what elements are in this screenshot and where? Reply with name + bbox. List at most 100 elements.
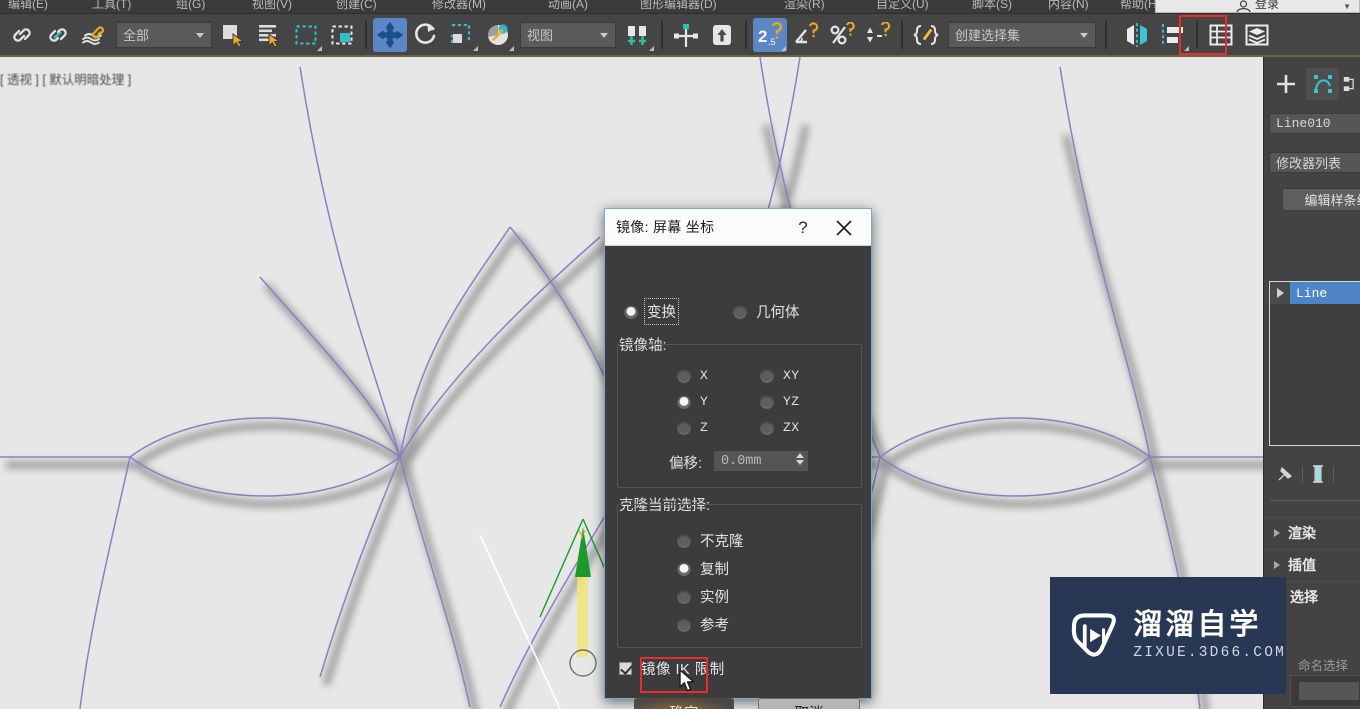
rollout-interpolation[interactable]: 插值: [1264, 549, 1360, 579]
command-panel-tab-create[interactable]: [1270, 68, 1302, 100]
menu-item-edit[interactable]: 编辑(E): [8, 0, 48, 12]
radio-axis-xy-label: XY: [783, 368, 800, 383]
menu-item-graph-editors[interactable]: 图形编辑器(D): [640, 0, 717, 12]
modifier-stack-item[interactable]: Line: [1270, 282, 1360, 304]
pivot-center-icon: [628, 25, 646, 45]
select-by-name-button[interactable]: [253, 18, 287, 52]
mirror-button[interactable]: [1120, 18, 1154, 52]
radio-axis-x[interactable]: X: [677, 368, 708, 383]
radio-axis-yz[interactable]: YZ: [760, 394, 800, 409]
flyout-triangle-icon[interactable]: [1184, 45, 1189, 51]
mirror-ik-limits-checkbox[interactable]: 镜像 IK 限制: [619, 658, 725, 679]
menu-item-scripting[interactable]: 脚本(S): [972, 0, 1012, 12]
radio-axis-zx[interactable]: ZX: [760, 420, 800, 435]
rectangular-selection-region-button[interactable]: [289, 18, 323, 52]
scene-explorer-button[interactable]: [1240, 18, 1274, 52]
window-crossing-button[interactable]: [325, 18, 359, 52]
radio-no-clone[interactable]: 不克隆: [677, 530, 744, 551]
use-center-flyout-button[interactable]: [621, 18, 655, 52]
radio-transform-label: 变换: [644, 298, 679, 325]
edit-spline-button[interactable]: 编辑样条线: [1282, 188, 1360, 211]
align-button[interactable]: [1156, 18, 1190, 52]
modify-icon: [1313, 75, 1332, 93]
object-name-field[interactable]: Line010: [1269, 113, 1360, 134]
flyout-triangle-icon[interactable]: [473, 45, 478, 51]
select-and-link-button[interactable]: [5, 18, 39, 52]
show-end-result-icon[interactable]: [1311, 465, 1325, 483]
named-selection-set-dropdown[interactable]: 创建选择集: [948, 21, 1096, 48]
keyboard-shortcut-override-button[interactable]: [705, 18, 739, 52]
edit-named-selection-sets-button[interactable]: [909, 18, 943, 52]
dialog-title: 镜像: 屏幕 坐标: [616, 219, 715, 235]
scene-explorer-icon: [1245, 24, 1269, 45]
select-and-place-button[interactable]: [481, 18, 515, 52]
radio-dot: [760, 394, 774, 409]
selection-filter-value: 全部: [123, 28, 150, 43]
rollout-render[interactable]: 渲染: [1264, 517, 1360, 547]
close-icon[interactable]: [831, 216, 857, 240]
login-chevron-down-icon[interactable]: ▼: [1343, 2, 1351, 11]
spinner-snap-toggle-button[interactable]: [861, 18, 895, 52]
upload-icon: [713, 24, 731, 45]
help-icon[interactable]: ?: [791, 216, 815, 240]
dialog-title-bar[interactable]: 镜像: 屏幕 坐标 ?: [605, 209, 871, 246]
flyout-triangle-icon[interactable]: [649, 45, 654, 51]
layer-explorer-button[interactable]: [1204, 18, 1238, 52]
snaps-toggle-button[interactable]: 2 .5: [753, 17, 787, 52]
selection-filter-dropdown[interactable]: 全部: [116, 21, 212, 48]
select-and-rotate-button[interactable]: [409, 18, 443, 52]
login-button[interactable]: 登录 ▼: [1155, 0, 1360, 13]
menu-item-content[interactable]: 内容(N): [1048, 0, 1089, 12]
menu-item-customize[interactable]: 自定义(U): [876, 0, 929, 12]
layer-explorer-icon: [1209, 24, 1233, 45]
modifier-stack-list[interactable]: Line: [1269, 281, 1360, 446]
select-and-manipulate-button[interactable]: [669, 18, 703, 52]
spinner-arrows-icon[interactable]: [796, 453, 804, 465]
offset-spinner[interactable]: 0.0mm: [713, 450, 809, 472]
application-window: 编辑(E) 工具(T) 组(G) 视图(V) 创建(C) 修改器(M) 动画(A…: [0, 0, 1360, 709]
ok-button[interactable]: 确定: [634, 698, 734, 709]
menu-item-animation[interactable]: 动画(A): [548, 0, 588, 12]
radio-no-clone-label: 不克隆: [700, 534, 744, 550]
link-icon: [13, 27, 31, 42]
manipulate-icon: [674, 23, 698, 47]
radio-copy[interactable]: 复制: [677, 558, 729, 579]
radio-instance[interactable]: 实例: [677, 586, 729, 607]
menu-item-modifiers[interactable]: 修改器(M): [432, 0, 486, 12]
modifier-list-dropdown[interactable]: 修改器列表: [1269, 152, 1360, 173]
command-panel-tab-modify[interactable]: [1306, 68, 1339, 100]
snap-2-5-icon: 2 .5: [758, 21, 783, 47]
radio-axis-y[interactable]: Y: [677, 394, 708, 409]
percent-snap-toggle-button[interactable]: [825, 18, 859, 52]
command-panel-tab-hierarchy[interactable]: [1343, 68, 1360, 100]
radio-reference-label: 参考: [700, 618, 729, 634]
flyout-triangle-icon[interactable]: [781, 45, 786, 51]
radio-transform[interactable]: 变换: [624, 298, 679, 325]
bind-to-space-warp-button[interactable]: [77, 18, 111, 52]
svg-text:Y: Y: [578, 528, 586, 542]
radio-axis-xy[interactable]: XY: [760, 368, 800, 383]
divider: [1302, 466, 1303, 482]
angle-snap-toggle-button[interactable]: [789, 18, 823, 52]
menu-item-rendering[interactable]: 渲染(R): [784, 0, 825, 12]
radio-reference[interactable]: 参考: [677, 614, 729, 635]
unlink-selection-button[interactable]: [41, 18, 75, 52]
select-and-scale-button[interactable]: [445, 18, 479, 52]
menu-item-views[interactable]: 视图(V): [252, 0, 292, 12]
reference-coordinate-system-dropdown[interactable]: 视图: [520, 21, 616, 48]
radio-geometry[interactable]: 几何体: [733, 301, 800, 322]
cancel-button[interactable]: 取消: [758, 698, 860, 709]
menu-item-tools[interactable]: 工具(T): [92, 0, 131, 12]
select-object-button[interactable]: [217, 18, 251, 52]
flyout-triangle-icon[interactable]: [317, 45, 322, 51]
menu-item-group[interactable]: 组(G): [176, 0, 205, 12]
copy-paste-buttons[interactable]: [1298, 681, 1360, 701]
pin-stack-icon[interactable]: [1276, 465, 1294, 483]
expand-arrow-icon[interactable]: [1270, 282, 1290, 304]
menu-item-create[interactable]: 创建(C): [336, 0, 377, 12]
viewport-label[interactable]: [ 透视 ] [ 默认明暗处理 ]: [0, 69, 131, 88]
chevron-down-icon: [1080, 32, 1088, 38]
select-and-move-button[interactable]: [373, 17, 407, 52]
flyout-triangle-icon[interactable]: [509, 45, 514, 51]
radio-axis-z[interactable]: Z: [677, 420, 708, 435]
